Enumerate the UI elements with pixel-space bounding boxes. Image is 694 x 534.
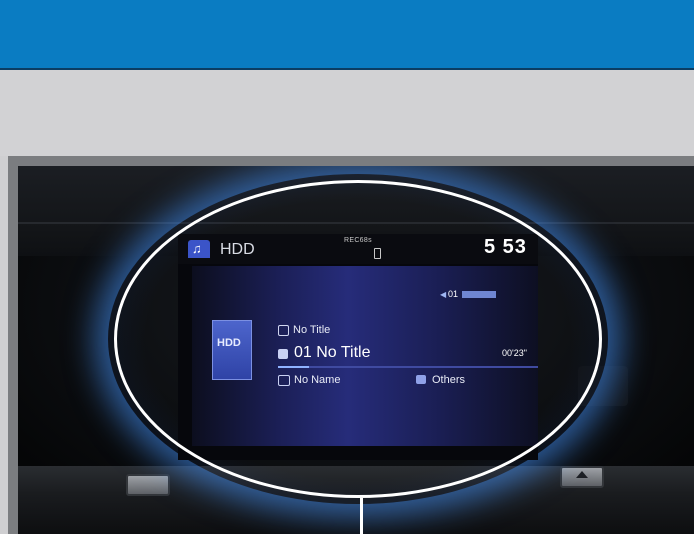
callout-line <box>360 498 363 534</box>
photo-frame: ♫ HDD REC68s 5 53 ◀ 01 HDD No Title 01 N… <box>8 156 694 534</box>
hardware-button-left[interactable] <box>126 474 170 496</box>
header-band <box>0 0 694 70</box>
eject-button[interactable] <box>560 466 604 488</box>
callout-ring <box>114 180 602 498</box>
subheader-band <box>0 70 694 156</box>
dashboard-photo: ♫ HDD REC68s 5 53 ◀ 01 HDD No Title 01 N… <box>18 166 694 534</box>
eject-icon <box>576 471 588 478</box>
